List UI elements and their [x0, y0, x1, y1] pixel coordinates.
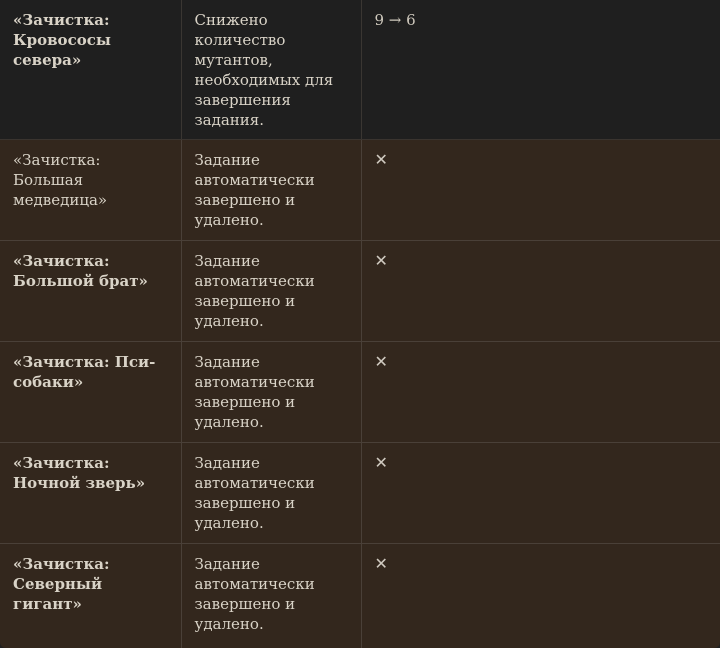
change-cell: ✕ — [361, 442, 720, 544]
description-cell: Задание автоматически завершено и удален… — [181, 442, 362, 544]
quest-name-cell: «Зачистка: Кровососы севера» — [0, 0, 182, 140]
quest-name: «Зачистка: Пси-собаки» — [13, 353, 156, 391]
description-cell: Задание автоматически завершено и удален… — [181, 341, 362, 443]
quest-name: «Зачистка: Большой брат» — [13, 252, 148, 290]
removed-cross-icon: ✕ — [374, 554, 388, 573]
removed-cross-icon: ✕ — [374, 453, 388, 472]
description-cell: Задание автоматически завершено и удален… — [181, 139, 362, 241]
change-cell: ✕ — [361, 139, 720, 241]
quest-name: «Зачистка: Ночной зверь» — [13, 454, 146, 492]
quest-changes-table: «Зачистка: Кровососы севера» Снижено кол… — [0, 0, 720, 648]
quest-description: Задание автоматически завершено и удален… — [194, 454, 315, 532]
change-cell: 9 → 6 — [361, 0, 720, 140]
quest-name: «Зачистка: Северный гигант» — [13, 555, 110, 613]
quest-name-cell: «Зачистка: Северный гигант» — [0, 543, 182, 648]
removed-cross-icon: ✕ — [374, 352, 388, 371]
table-row: «Зачистка: Пси-собаки» Задание автоматич… — [0, 341, 720, 443]
quest-description: Задание автоматически завершено и удален… — [194, 252, 315, 330]
table-row: «Зачистка: Ночной зверь» Задание автомат… — [0, 442, 720, 544]
quest-name-cell: «Зачистка: Пси-собаки» — [0, 341, 182, 443]
changes-table-container: «Зачистка: Кровососы севера» Снижено кол… — [0, 0, 720, 648]
change-value: 9 → 6 — [374, 11, 416, 29]
quest-name-cell: «Зачистка: Большой брат» — [0, 240, 182, 342]
quest-name: «Зачистка: Большая медведица» — [13, 151, 108, 209]
quest-description: Снижено количество мутантов, необходимых… — [194, 11, 334, 129]
change-cell: ✕ — [361, 341, 720, 443]
change-cell: ✕ — [361, 543, 720, 648]
description-cell: Задание автоматически завершено и удален… — [181, 240, 362, 342]
removed-cross-icon: ✕ — [374, 150, 388, 169]
table-row: «Зачистка: Большой брат» Задание автомат… — [0, 240, 720, 342]
quest-name-cell: «Зачистка: Ночной зверь» — [0, 442, 182, 544]
description-cell: Задание автоматически завершено и удален… — [181, 543, 362, 648]
quest-description: Задание автоматически завершено и удален… — [194, 151, 315, 229]
description-cell: Снижено количество мутантов, необходимых… — [181, 0, 362, 140]
quest-name: «Зачистка: Кровососы севера» — [13, 11, 111, 69]
change-cell: ✕ — [361, 240, 720, 342]
quest-description: Задание автоматически завершено и удален… — [194, 555, 315, 633]
removed-cross-icon: ✕ — [374, 251, 388, 270]
table-row: «Зачистка: Северный гигант» Задание авто… — [0, 543, 720, 648]
table-row: «Зачистка: Кровососы севера» Снижено кол… — [0, 0, 720, 140]
quest-name-cell: «Зачистка: Большая медведица» — [0, 139, 182, 241]
table-row: «Зачистка: Большая медведица» Задание ав… — [0, 139, 720, 241]
quest-description: Задание автоматически завершено и удален… — [194, 353, 315, 431]
